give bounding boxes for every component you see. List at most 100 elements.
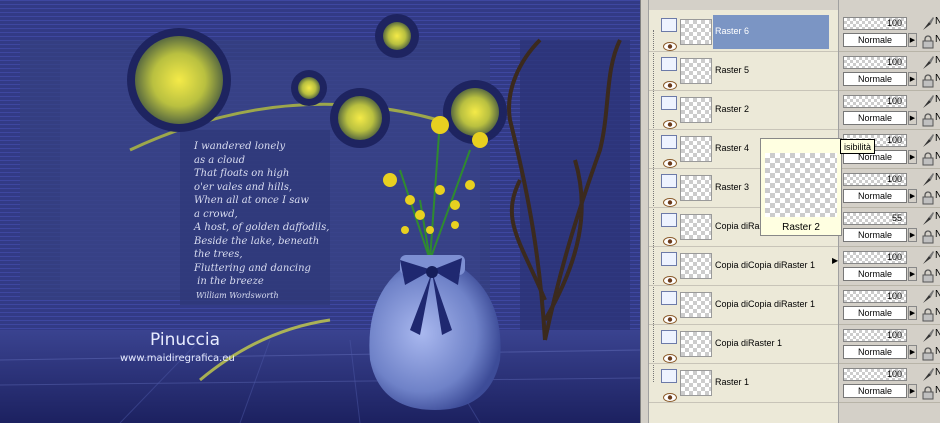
blend-suffix: N	[935, 133, 940, 144]
blend-suffix: N	[935, 94, 940, 105]
blend-mode-select[interactable]: Normale	[843, 306, 907, 320]
lock-icon[interactable]	[921, 229, 935, 244]
edit-brush-icon[interactable]	[921, 250, 935, 266]
edit-brush-icon[interactable]	[921, 172, 935, 188]
drag-preview-label: Raster 2	[782, 222, 820, 233]
poem-line: the trees,	[194, 249, 243, 260]
panel-divider[interactable]	[640, 0, 648, 423]
blend-suffix: N	[935, 73, 940, 84]
blend-dropdown-arrow-icon[interactable]: ▶	[908, 267, 917, 281]
visibility-eye-icon[interactable]	[663, 192, 677, 207]
drag-preview-thumbnail	[765, 153, 837, 217]
opacity-slider[interactable]: 100	[843, 56, 907, 69]
blend-mode-select[interactable]: Normale	[843, 267, 907, 281]
poem-line: in the breeze	[194, 276, 264, 287]
lock-icon[interactable]	[921, 268, 935, 283]
blend-mode-select[interactable]: Normale	[843, 189, 907, 203]
opacity-slider[interactable]: 100	[843, 17, 907, 30]
visibility-eye-icon[interactable]	[663, 75, 677, 90]
layer-name-area[interactable]: Raster 2	[713, 93, 829, 127]
layer-name-area[interactable]: Raster 1	[713, 366, 829, 400]
blend-dropdown-arrow-icon[interactable]: ▶	[908, 189, 917, 203]
blend-dropdown-arrow-icon[interactable]: ▶	[908, 345, 917, 359]
edit-brush-icon[interactable]	[921, 211, 935, 227]
edit-brush-icon[interactable]	[921, 328, 935, 344]
lock-icon[interactable]	[921, 307, 935, 322]
blend-mode-select[interactable]: Normale	[843, 33, 907, 47]
blend-dropdown-arrow-icon[interactable]: ▶	[908, 306, 917, 320]
layer-thumbnail	[680, 292, 712, 318]
layer-row[interactable]: Raster 1	[649, 365, 838, 403]
lock-icon[interactable]	[921, 190, 935, 205]
blend-dropdown-arrow-icon[interactable]: ▶	[908, 111, 917, 125]
visibility-eye-icon[interactable]	[663, 114, 677, 129]
lock-icon[interactable]	[921, 112, 935, 127]
layer-row[interactable]: Raster 5	[649, 53, 838, 91]
layer-row[interactable]: Raster 2	[649, 92, 838, 130]
layer-row[interactable]: Copia diRaster 1	[649, 326, 838, 364]
visibility-eye-icon[interactable]	[663, 36, 677, 51]
visibility-eye-icon[interactable]	[663, 231, 677, 246]
lock-icon[interactable]	[921, 151, 935, 166]
lock-icon[interactable]	[921, 34, 935, 49]
visibility-eye-icon[interactable]	[663, 309, 677, 324]
lock-icon[interactable]	[921, 346, 935, 361]
layer-name-area[interactable]: Copia diCopia diRaster 1	[713, 288, 829, 322]
blend-mode-select[interactable]: Normale	[843, 72, 907, 86]
blend-suffix: N	[935, 172, 940, 183]
blend-suffix: N	[935, 346, 940, 357]
blend-mode-select[interactable]: Normale	[843, 345, 907, 359]
edit-brush-icon[interactable]	[921, 16, 935, 32]
visibility-eye-icon[interactable]	[663, 153, 677, 168]
visibility-tooltip: isibilità	[840, 139, 876, 154]
drag-preview: Raster 2	[760, 138, 842, 236]
edit-brush-icon[interactable]	[921, 133, 935, 149]
edit-brush-icon[interactable]	[921, 289, 935, 305]
layer-row[interactable]: Copia diCopia diRaster 1	[649, 287, 838, 325]
opacity-slider[interactable]: 55	[843, 212, 907, 225]
blend-mode-select[interactable]: Normale	[843, 384, 907, 398]
visibility-eye-icon[interactable]	[663, 270, 677, 285]
blend-mode-select[interactable]: Normale	[843, 228, 907, 242]
layer-name: Raster 3	[715, 182, 750, 192]
edit-brush-icon[interactable]	[921, 55, 935, 71]
raster-layer-icon	[661, 57, 677, 71]
layer-name-area[interactable]: Copia diCopia diRaster 1	[713, 249, 829, 283]
poem-text: I wandered lonely as a cloud That floats…	[194, 140, 329, 302]
blend-mode-select[interactable]: Normale	[843, 111, 907, 125]
opacity-slider[interactable]: 100	[843, 368, 907, 381]
raster-layer-icon	[661, 369, 677, 383]
opacity-slider[interactable]: 100	[843, 95, 907, 108]
signature-url: www.maidiregrafica.eu	[120, 353, 235, 364]
image-canvas[interactable]: I wandered lonely as a cloud That floats…	[0, 0, 640, 423]
lock-icon[interactable]	[921, 385, 935, 400]
layer-name-area[interactable]: Raster 5	[713, 54, 829, 88]
layer-name-area[interactable]: Raster 6	[713, 15, 829, 49]
layer-name-area[interactable]: Copia diRaster 1	[713, 327, 829, 361]
poem-author: William Wordsworth	[196, 290, 279, 300]
opacity-slider[interactable]: 100	[843, 173, 907, 186]
layer-name: Raster 1	[715, 377, 750, 387]
blend-dropdown-arrow-icon[interactable]: ▶	[908, 228, 917, 242]
layer-thumbnail	[680, 58, 712, 84]
collapse-arrow-icon[interactable]: ▶	[832, 256, 838, 265]
blend-dropdown-arrow-icon[interactable]: ▶	[908, 384, 917, 398]
blend-dropdown-arrow-icon[interactable]: ▶	[908, 72, 917, 86]
visibility-eye-icon[interactable]	[663, 387, 677, 402]
layer-row[interactable]: Copia diCopia diRaster 1	[649, 248, 838, 286]
visibility-eye-icon[interactable]	[663, 348, 677, 363]
blend-suffix: N	[935, 34, 940, 45]
poem-line: Beside the lake, beneath	[194, 235, 320, 247]
edit-brush-icon[interactable]	[921, 367, 935, 383]
edit-brush-icon[interactable]	[921, 94, 935, 110]
opacity-slider[interactable]: 100	[843, 290, 907, 303]
opacity-slider[interactable]: 100	[843, 251, 907, 264]
layer-thumbnail	[680, 19, 712, 45]
blend-suffix: N	[935, 55, 940, 66]
lock-icon[interactable]	[921, 73, 935, 88]
blend-dropdown-arrow-icon[interactable]: ▶	[908, 33, 917, 47]
blend-dropdown-arrow-icon[interactable]: ▶	[908, 150, 917, 164]
layer-row[interactable]: Raster 6	[649, 14, 838, 52]
opacity-slider[interactable]: 100	[843, 329, 907, 342]
layer-props-row: 100 Normale▶ NN	[839, 248, 940, 286]
